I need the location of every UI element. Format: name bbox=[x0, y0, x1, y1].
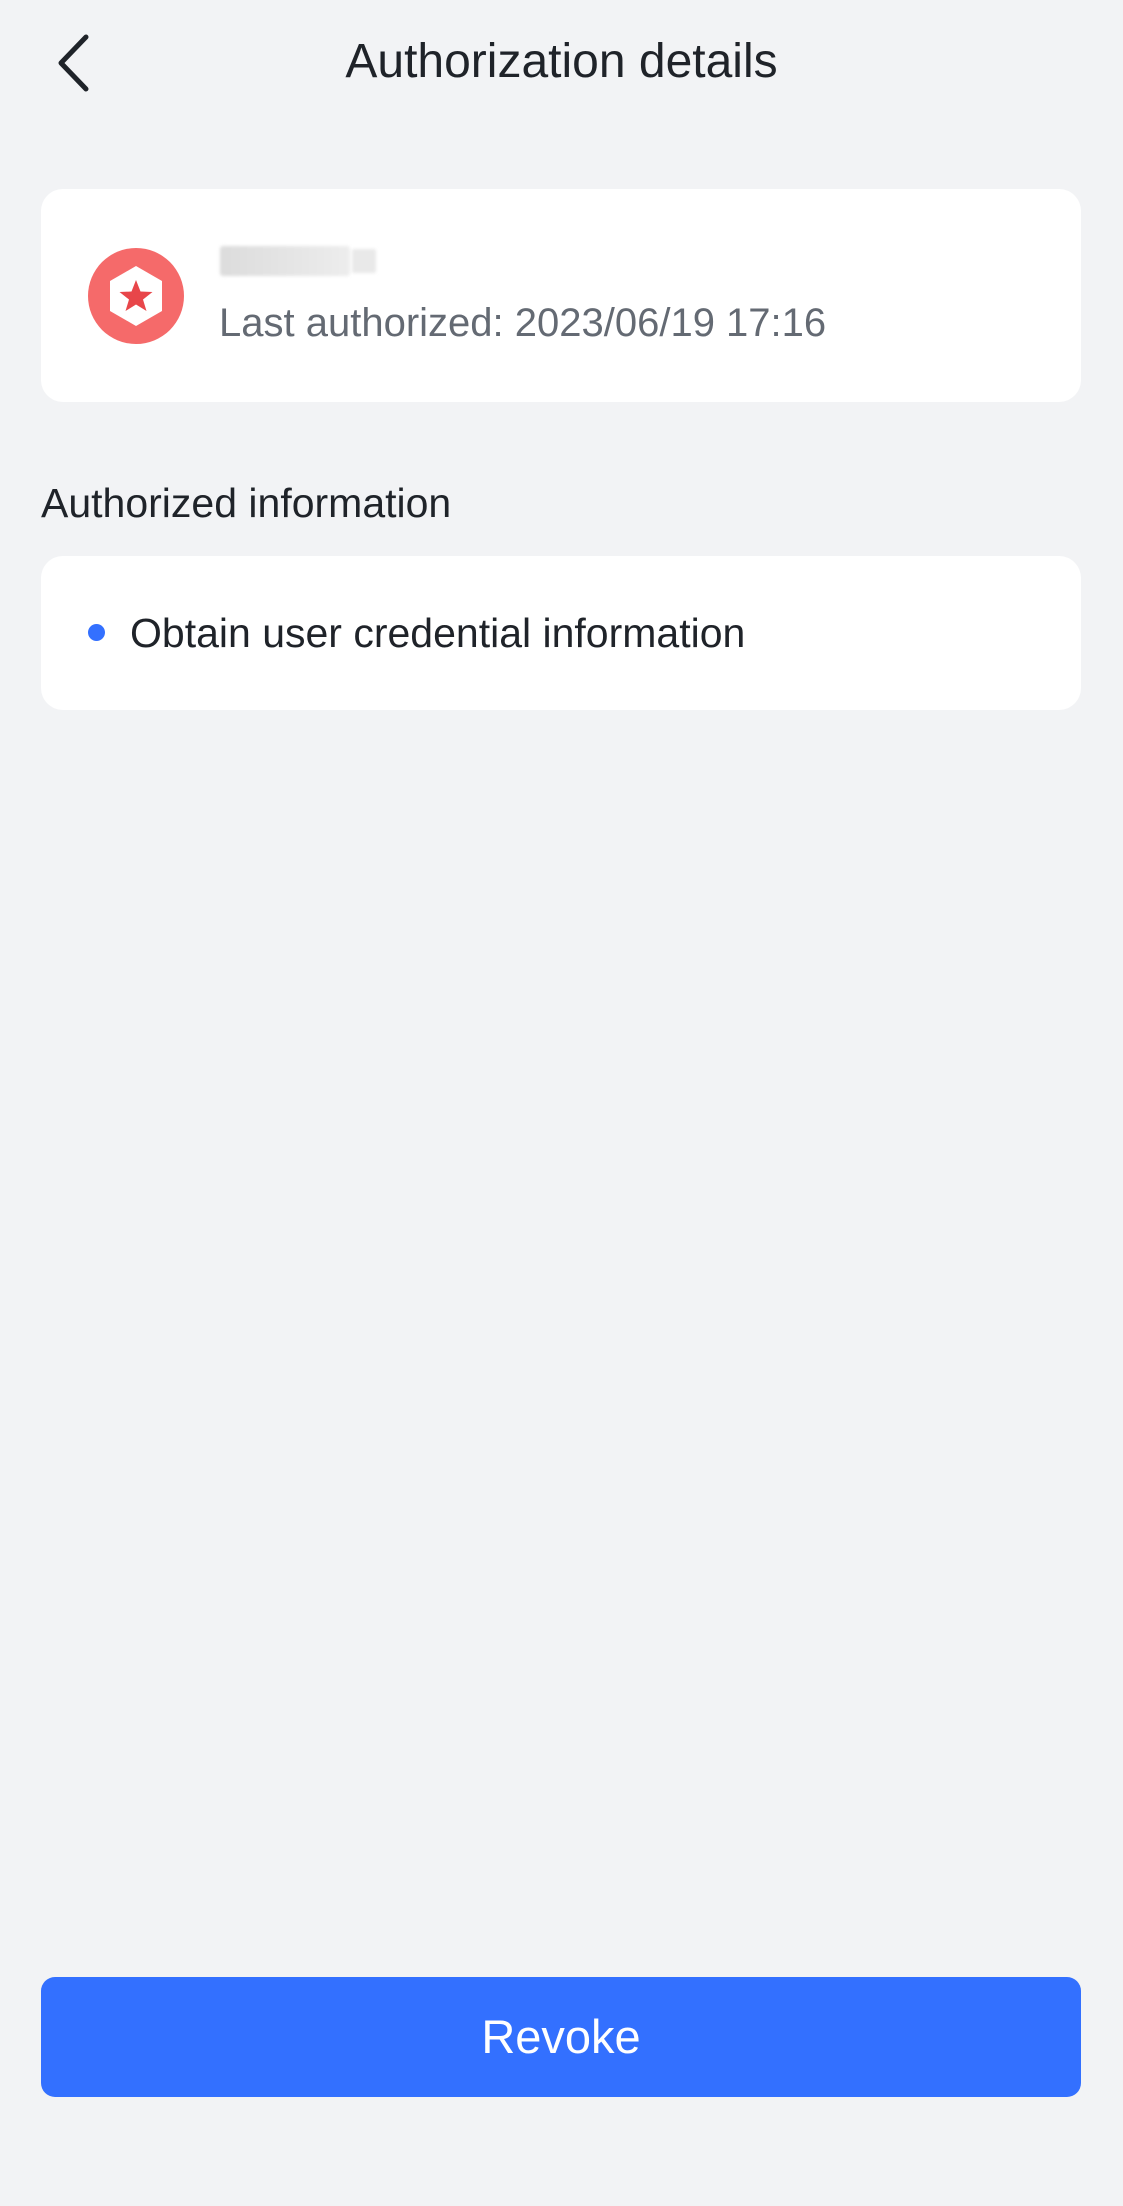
last-authorized-text: Last authorized: 2023/06/19 17:16 bbox=[219, 301, 827, 345]
app-name-redacted bbox=[220, 243, 410, 279]
redacted-text bbox=[220, 246, 350, 276]
authorized-item-text: Obtain user credential information bbox=[130, 610, 746, 656]
bullet-dot-icon bbox=[88, 624, 105, 641]
hexagon-star-icon bbox=[88, 248, 184, 344]
revoke-button[interactable]: Revoke bbox=[41, 1977, 1081, 2097]
page-title: Authorization details bbox=[345, 35, 778, 88]
header-bar: Authorization details bbox=[0, 0, 1123, 124]
authorized-info-card: Obtain user credential information bbox=[41, 556, 1081, 710]
app-card: Last authorized: 2023/06/19 17:16 bbox=[41, 189, 1081, 402]
redacted-text bbox=[352, 249, 376, 273]
authorized-information-label: Authorized information bbox=[41, 480, 452, 526]
